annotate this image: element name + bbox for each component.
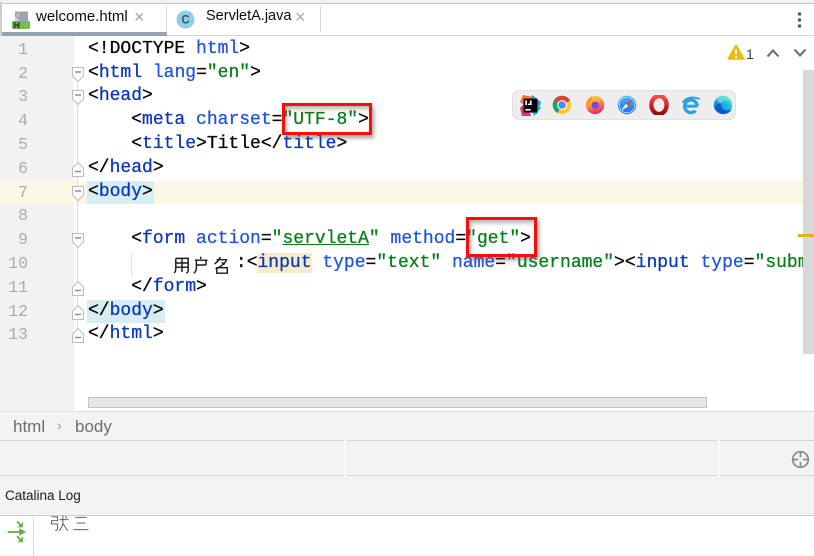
svg-text:C: C <box>181 15 189 27</box>
